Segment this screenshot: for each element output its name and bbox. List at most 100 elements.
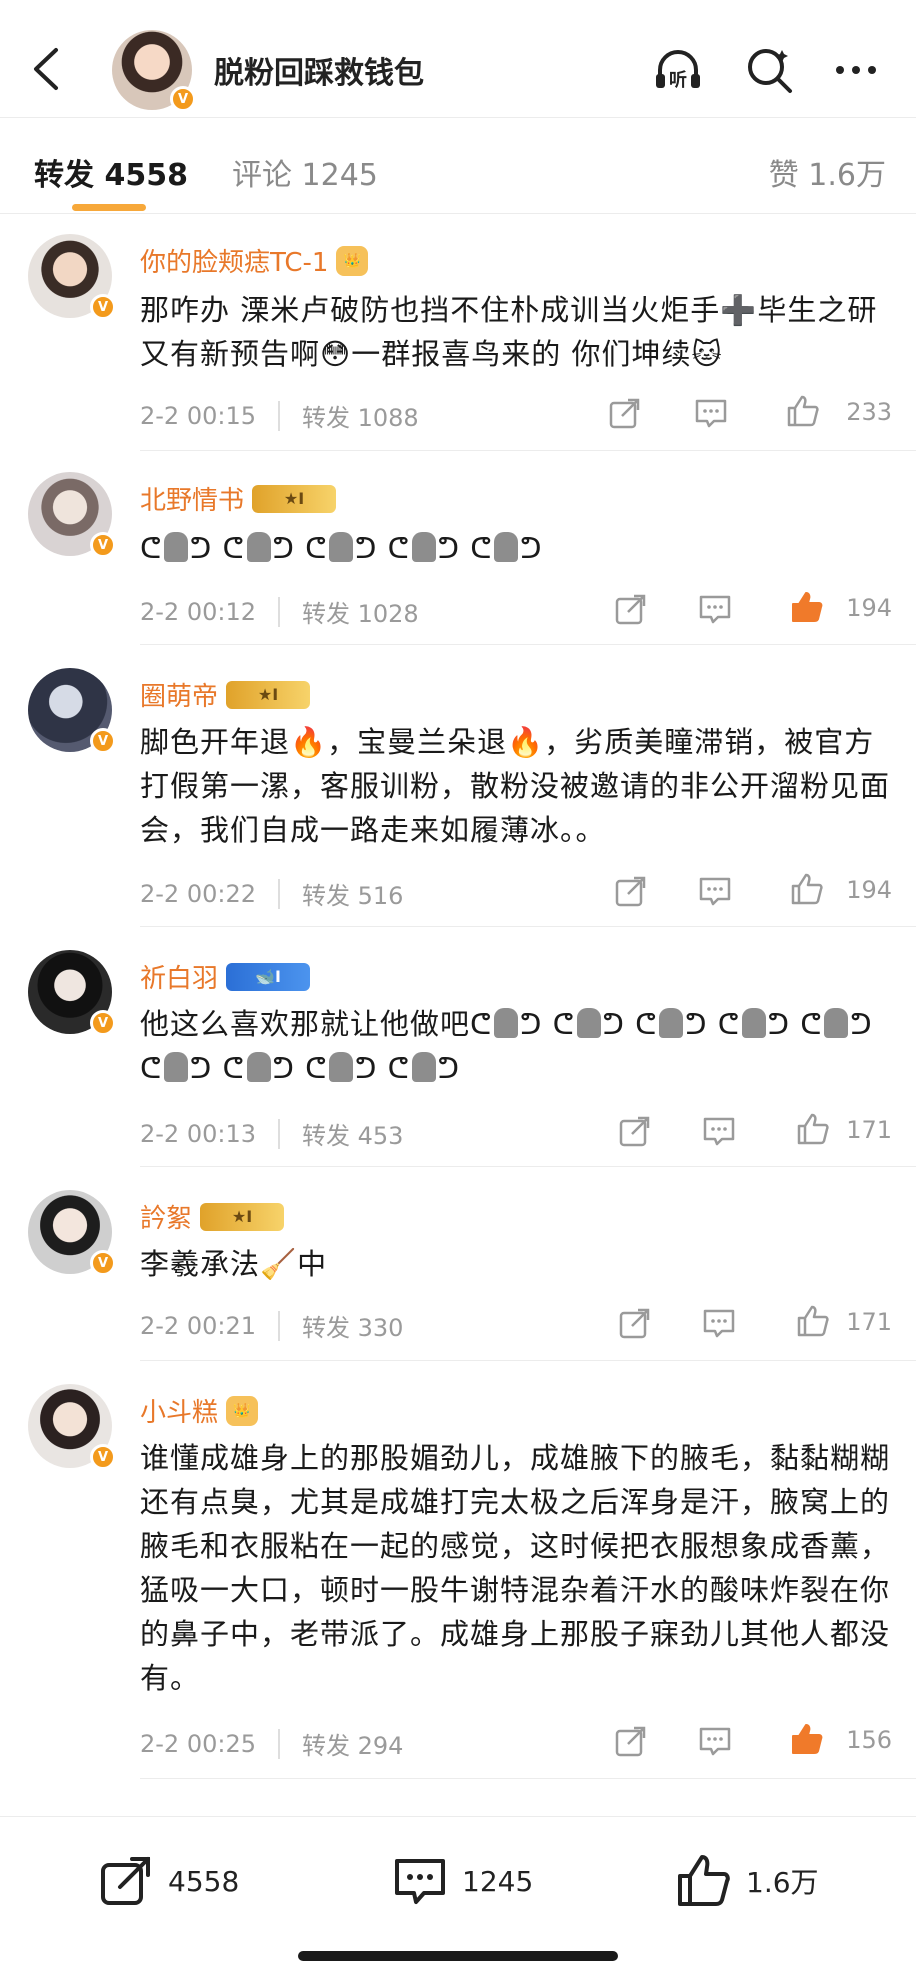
member-badge-icon: ★ I xyxy=(252,484,337,513)
tab-likes[interactable]: 赞 1.6万 xyxy=(769,150,886,194)
comment-icon xyxy=(395,1859,445,1904)
comment-meta: 2-2 00:12 转发 1028 xyxy=(140,594,419,629)
comment-icon[interactable] xyxy=(698,592,732,626)
comment-time: 2-2 00:13 xyxy=(140,1119,256,1148)
more-icon[interactable] xyxy=(830,44,882,96)
repost-count[interactable]: 转发 1088 xyxy=(302,398,419,433)
tab-comments[interactable]: 评论 1245 xyxy=(232,150,378,194)
tab-repost[interactable]: 转发 4558 xyxy=(34,150,188,194)
moai-emoji-icon xyxy=(164,532,189,562)
comment-button[interactable]: 1245 xyxy=(392,1853,533,1909)
author-name: 訡絮 xyxy=(140,1204,193,1234)
comment-meta: 2-2 00:13 转发 453 xyxy=(140,1116,403,1151)
repost-count[interactable]: 转发 294 xyxy=(302,1726,403,1761)
avatar[interactable]: V xyxy=(28,950,116,1036)
share-icon[interactable] xyxy=(608,396,642,430)
comment-meta: 2-2 00:25 转发 294 xyxy=(140,1726,403,1761)
avatar[interactable]: V xyxy=(28,668,116,754)
moai-emoji-icon xyxy=(329,1052,354,1082)
avatar[interactable]: V xyxy=(28,1190,116,1276)
comment-icon[interactable] xyxy=(702,1306,736,1340)
comment-time: 2-2 00:25 xyxy=(140,1729,256,1758)
share-icon[interactable] xyxy=(618,1306,652,1340)
comment-divider xyxy=(140,1360,916,1361)
comment-divider xyxy=(140,644,916,645)
verified-icon: V xyxy=(90,1010,116,1036)
search-icon[interactable] xyxy=(744,44,796,96)
like-count: 171 xyxy=(846,1116,892,1144)
like-total: 1.6万 xyxy=(746,1866,819,1899)
repost-count[interactable]: 转发 1028 xyxy=(302,594,419,629)
moai-emoji-icon xyxy=(411,532,436,562)
meta-divider xyxy=(278,596,280,627)
moai-emoji-icon xyxy=(659,1008,684,1038)
verified-icon: V xyxy=(90,532,116,558)
comment-meta: 2-2 00:15 转发 1088 xyxy=(140,398,419,433)
comment-icon[interactable] xyxy=(694,396,728,430)
comment-text: 谁懂成雄身上的那股媚劲儿，成雄腋下的腋毛，黏黏糊糊还有点臭，尤其是成雄打完太极之… xyxy=(140,1441,891,1695)
comment-author[interactable]: 北野情书 ★ I xyxy=(140,480,337,517)
comment-icon[interactable] xyxy=(702,1114,736,1148)
comment-time: 2-2 00:12 xyxy=(140,597,256,626)
back-icon[interactable] xyxy=(26,44,66,94)
blogger-avatar[interactable]: V xyxy=(112,30,196,112)
moai-emoji-icon xyxy=(246,1052,271,1082)
comment-divider xyxy=(140,450,916,451)
like-icon-active[interactable] xyxy=(790,590,824,624)
comment-text: ᕦᕤ ᕦᕤ ᕦᕤ ᕦᕤ ᕦᕤ xyxy=(140,531,543,565)
comment-author[interactable]: 祈白羽 🐋 I xyxy=(140,958,311,995)
repost-count[interactable]: 转发 516 xyxy=(302,876,403,911)
comment-author[interactable]: 圈萌帝 ★ I xyxy=(140,676,311,713)
top-header: V 脱粉回踩救钱包 听 xyxy=(0,0,916,118)
meta-divider xyxy=(278,1118,280,1149)
like-button[interactable]: 1.6万 xyxy=(676,1853,819,1909)
share-icon[interactable] xyxy=(618,1114,652,1148)
moai-emoji-icon xyxy=(576,1008,601,1038)
repost-button[interactable]: 4558 xyxy=(98,1853,239,1909)
repost-count[interactable]: 转发 453 xyxy=(302,1116,403,1151)
comment-meta: 2-2 00:22 转发 516 xyxy=(140,876,403,911)
moai-emoji-icon xyxy=(824,1008,849,1038)
like-icon[interactable] xyxy=(796,1112,830,1146)
repost-count[interactable]: 转发 330 xyxy=(302,1308,403,1343)
meta-divider xyxy=(278,1310,280,1341)
share-icon[interactable] xyxy=(614,874,648,908)
verified-icon: V xyxy=(90,1250,116,1276)
verified-icon: V xyxy=(90,728,116,754)
moai-emoji-icon xyxy=(494,1008,519,1038)
comment-author[interactable]: 訡絮 ★ I xyxy=(140,1198,285,1235)
listen-icon[interactable]: 听 xyxy=(652,44,704,96)
comment-text: 脚色开年退🔥，宝曼兰朵退🔥，劣质美瞳滞销，被官方打假第一漯，客服训粉，散粉没被邀… xyxy=(140,725,891,847)
author-name: 圈萌帝 xyxy=(140,682,219,712)
like-icon[interactable] xyxy=(786,394,820,428)
comment-divider xyxy=(140,1166,916,1167)
share-icon[interactable] xyxy=(614,592,648,626)
like-count: 233 xyxy=(846,398,892,426)
share-icon[interactable] xyxy=(614,1724,648,1758)
meta-divider xyxy=(278,1728,280,1759)
like-icon-active[interactable] xyxy=(790,1722,824,1756)
moai-emoji-icon xyxy=(494,532,519,562)
verified-icon: V xyxy=(90,1444,116,1470)
avatar[interactable]: V xyxy=(28,472,116,558)
comment-meta: 2-2 00:21 转发 330 xyxy=(140,1308,403,1343)
author-name: 祈白羽 xyxy=(140,964,219,994)
comment-author[interactable]: 小斗糕 👑 xyxy=(140,1392,259,1429)
verified-icon: V xyxy=(170,86,196,112)
crown-badge-icon: 👑 xyxy=(226,1395,259,1426)
like-icon[interactable] xyxy=(790,872,824,906)
emoji-prefix: ᕦ xyxy=(140,531,163,565)
repost-icon xyxy=(101,1857,150,1905)
tab-active-indicator xyxy=(72,204,146,211)
verified-icon: V xyxy=(90,294,116,320)
comment-icon[interactable] xyxy=(698,874,732,908)
avatar[interactable]: V xyxy=(28,1384,116,1470)
page-title[interactable]: 脱粉回踩救钱包 xyxy=(214,48,424,92)
like-icon[interactable] xyxy=(796,1304,830,1338)
like-count: 171 xyxy=(846,1308,892,1336)
comment-author[interactable]: 你的脸颊痣TC-1 👑 xyxy=(140,242,369,279)
comment-icon[interactable] xyxy=(698,1724,732,1758)
avatar[interactable]: V xyxy=(28,234,116,320)
like-count: 194 xyxy=(846,876,892,904)
like-icon xyxy=(678,1855,730,1906)
